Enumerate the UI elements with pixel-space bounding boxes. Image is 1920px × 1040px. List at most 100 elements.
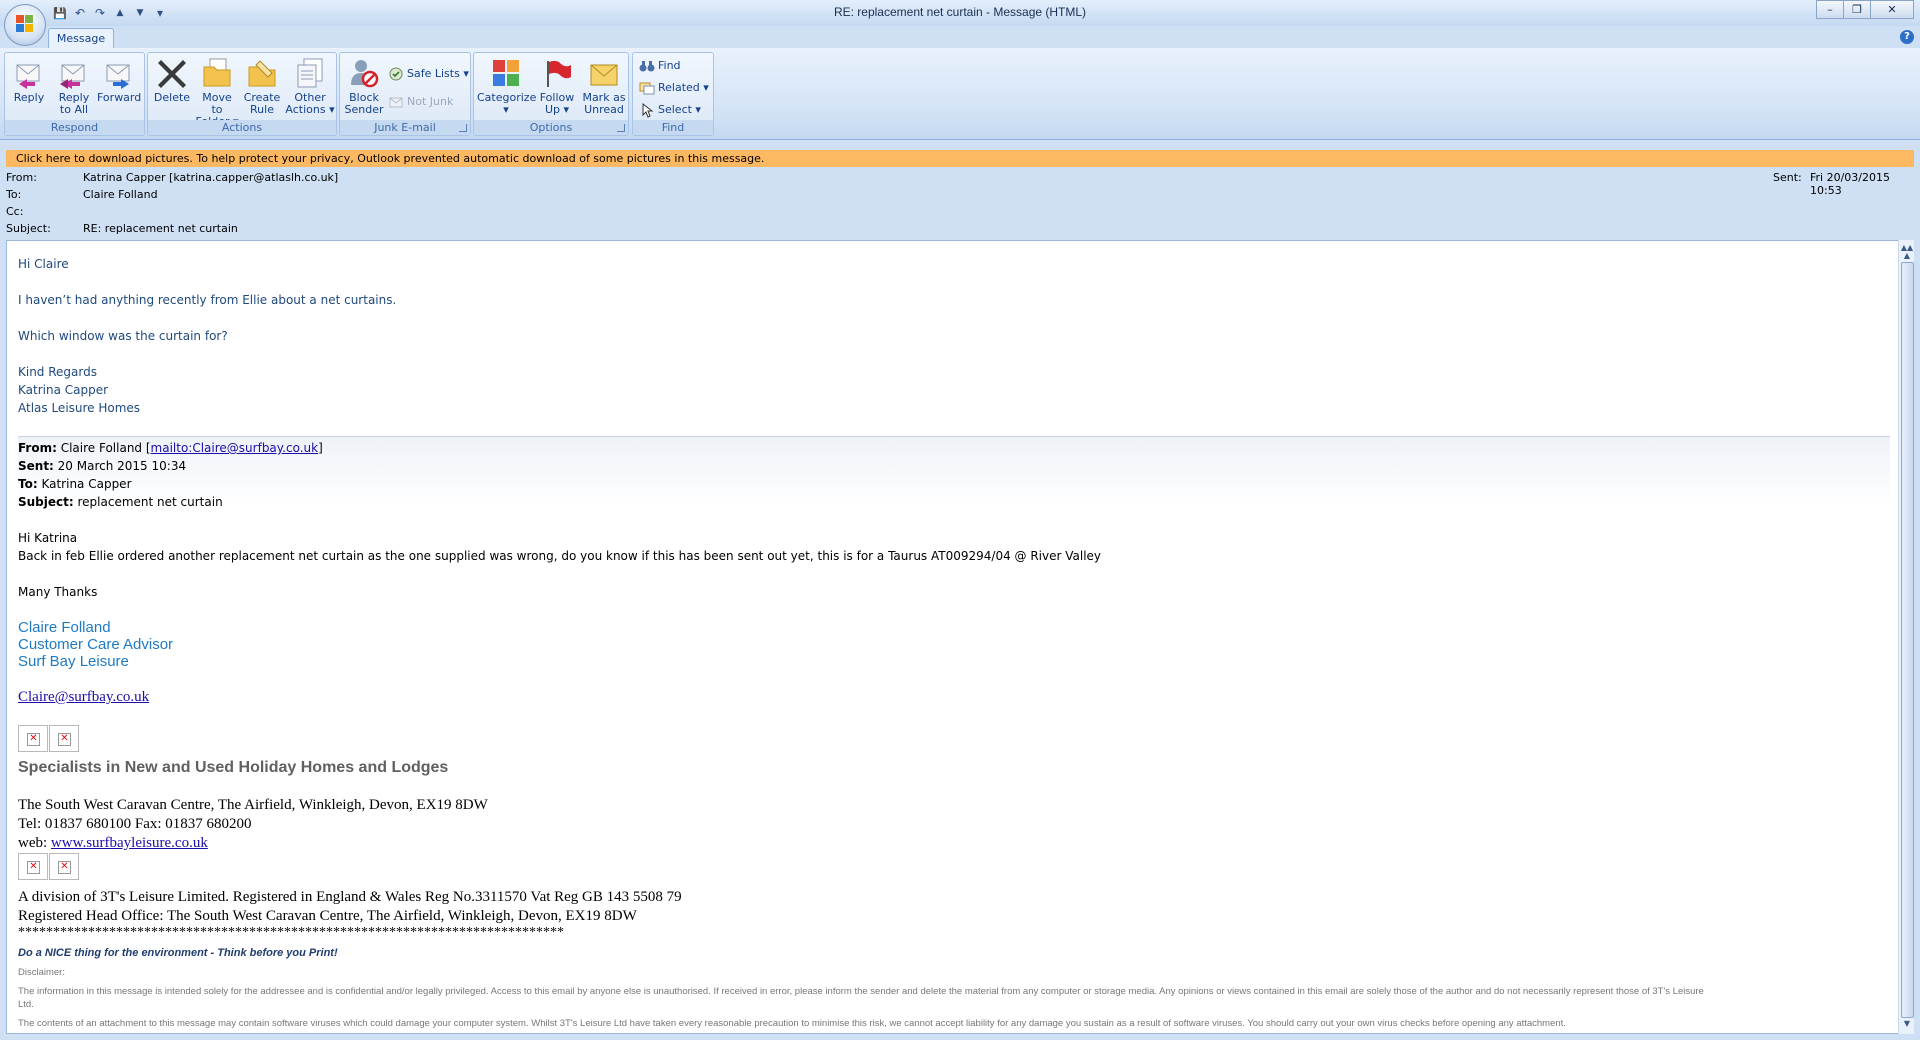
find-button[interactable]: Find (639, 57, 681, 75)
scrollbar-thumb[interactable] (1901, 262, 1914, 1018)
broken-image-placeholder[interactable]: ✕ (18, 853, 48, 880)
tab-message[interactable]: Message (48, 28, 114, 48)
unread-envelope-icon (588, 57, 620, 89)
delete-button[interactable]: Delete (150, 57, 194, 104)
broken-image-placeholder[interactable]: ✕ (49, 725, 79, 752)
minimize-button[interactable]: – (1816, 0, 1844, 19)
body-regards: Kind Regards (18, 365, 97, 379)
from-value[interactable]: Katrina Capper [katrina.capper@atlaslh.c… (83, 171, 338, 184)
quoted-sent: Sent: 20 March 2015 10:34 (18, 459, 187, 473)
scroll-down-icon[interactable]: ▼ (1899, 1016, 1915, 1032)
group-label-actions: Actions (148, 120, 336, 135)
group-label-junk-email: Junk E-mail (340, 120, 470, 135)
block-sender-icon (348, 57, 380, 89)
related-messages-icon (639, 80, 655, 96)
safe-lists-button[interactable]: Safe Lists ▾ (388, 65, 469, 83)
signature-email: Claire@surfbay.co.uk (18, 689, 149, 706)
broken-image-placeholder[interactable]: ✕ (18, 725, 48, 752)
office-logo-icon (16, 15, 34, 33)
subject-value: RE: replacement net curtain (83, 222, 238, 235)
cursor-select-icon (639, 102, 655, 118)
signature-email-link[interactable]: Claire@surfbay.co.uk (18, 689, 149, 705)
from-label: From: (6, 171, 37, 184)
group-respond: Reply Reply to All Forward Respond (4, 52, 145, 136)
quoted-to: To: Katrina Capper (18, 477, 132, 491)
categorize-button[interactable]: Categorize ▾ (477, 57, 536, 116)
delete-icon (156, 57, 188, 89)
broken-image-icon: ✕ (58, 861, 71, 874)
group-label-options: Options (474, 120, 628, 135)
office-button[interactable] (4, 4, 46, 46)
create-rule-button[interactable]: Create Rule (240, 57, 284, 116)
group-find: Find Related ▾ Select ▾ Find (632, 52, 714, 136)
body-line-1: I haven’t had anything recently from Ell… (18, 293, 397, 307)
group-actions: Delete Move to Folder ▾ Create Rule Othe… (147, 52, 337, 136)
window-controls: – ❐ ✕ (1816, 0, 1914, 19)
body-sender-name: Katrina Capper (18, 383, 109, 397)
broken-image-icon: ✕ (58, 733, 71, 746)
signature-name: Claire Folland (18, 619, 111, 636)
mark-as-unread-button[interactable]: Mark as Unread (580, 57, 628, 116)
broken-image-icon: ✕ (27, 861, 40, 874)
disclaimer-label: Disclaimer: (18, 967, 65, 978)
follow-up-button[interactable]: Follow Up ▾ (535, 57, 579, 116)
block-sender-button[interactable]: Block Sender (342, 57, 386, 116)
categorize-icon (490, 57, 522, 89)
body-greeting: Hi Claire (18, 257, 69, 271)
message-body: Hi Claire I haven’t had anything recentl… (6, 240, 1900, 1034)
message-header: From: Katrina Capper [katrina.capper@atl… (0, 170, 1920, 238)
other-actions-button[interactable]: Other Actions ▾ (285, 57, 335, 116)
move-to-folder-button[interactable]: Move to Folder ▾ (195, 57, 239, 128)
company-web: web: www.surfbayleisure.co.uk (18, 835, 208, 851)
maximize-button[interactable]: ❐ (1843, 0, 1871, 19)
quoted-mailto-link[interactable]: mailto:Claire@surfbay.co.uk (151, 441, 319, 455)
select-button[interactable]: Select ▾ (639, 101, 701, 119)
flag-icon (541, 57, 573, 89)
download-pictures-infobar[interactable]: Click here to download pictures. To help… (6, 150, 1914, 167)
sent-value: Fri 20/03/2015 10:53 (1810, 171, 1891, 197)
signature-title: Customer Care Advisor (18, 636, 174, 653)
disclaimer-paragraph-1: The information in this message is inten… (18, 986, 1704, 997)
close-button[interactable]: ✕ (1870, 0, 1914, 19)
to-value[interactable]: Claire Folland (83, 188, 158, 201)
reply-button[interactable]: Reply (7, 57, 51, 104)
group-label-respond: Respond (5, 120, 144, 135)
company-address: The South West Caravan Centre, The Airfi… (18, 797, 488, 813)
ribbon: Reply Reply to All Forward Respond Delet… (0, 48, 1920, 140)
company-web-link[interactable]: www.surfbayleisure.co.uk (51, 835, 208, 851)
quoted-from: From: Claire Folland [mailto:Claire@surf… (18, 441, 323, 455)
group-junk-email: Block Sender Safe Lists ▾ Not Junk Junk … (339, 52, 471, 136)
binoculars-icon (639, 58, 655, 74)
title-bar: 💾 ↶ ↷ ▲ ▼ ▾ RE: replacement net curtain … (0, 0, 1920, 26)
help-icon[interactable]: ? (1900, 30, 1914, 44)
not-junk-icon (388, 94, 404, 110)
window-title: RE: replacement net curtain - Message (H… (833, 5, 1087, 19)
reply-all-icon (58, 57, 90, 89)
broken-image-placeholder[interactable]: ✕ (49, 853, 79, 880)
environment-notice: Do a NICE thing for the environment - Th… (18, 947, 338, 959)
not-junk-button[interactable]: Not Junk (388, 93, 453, 111)
ribbon-tab-row: Message ? (0, 26, 1920, 48)
to-label: To: (6, 188, 22, 201)
disclaimer-paragraph-2: The contents of an attachment to this me… (18, 1018, 1566, 1029)
related-button[interactable]: Related ▾ (639, 79, 709, 97)
broken-image-icon: ✕ (27, 733, 40, 746)
junk-email-options-launcher[interactable] (459, 124, 467, 132)
vertical-scrollbar[interactable]: ▲▲ ▲ ▼ (1898, 240, 1914, 1034)
reply-icon (13, 57, 45, 89)
quoted-subject: Subject: replacement net curtain (18, 495, 223, 509)
folder-move-icon (201, 57, 233, 89)
body-sender-company: Atlas Leisure Homes (18, 401, 141, 415)
quoted-greeting: Hi Katrina (18, 531, 78, 545)
quoted-message: Back in feb Ellie ordered another replac… (18, 549, 1102, 563)
signature-company: Surf Bay Leisure (18, 653, 129, 670)
specialists-tagline: Specialists in New and Used Holiday Home… (18, 759, 449, 776)
safe-lists-icon (388, 66, 404, 82)
options-launcher[interactable] (617, 124, 625, 132)
company-division: A division of 3T's Leisure Limited. Regi… (18, 889, 682, 905)
disclaimer-paragraph-1-end: Ltd. (18, 999, 34, 1010)
forward-button[interactable]: Forward (97, 57, 141, 104)
quoted-thanks: Many Thanks (18, 585, 98, 599)
cc-label: Cc: (6, 205, 24, 218)
reply-all-button[interactable]: Reply to All (52, 57, 96, 116)
